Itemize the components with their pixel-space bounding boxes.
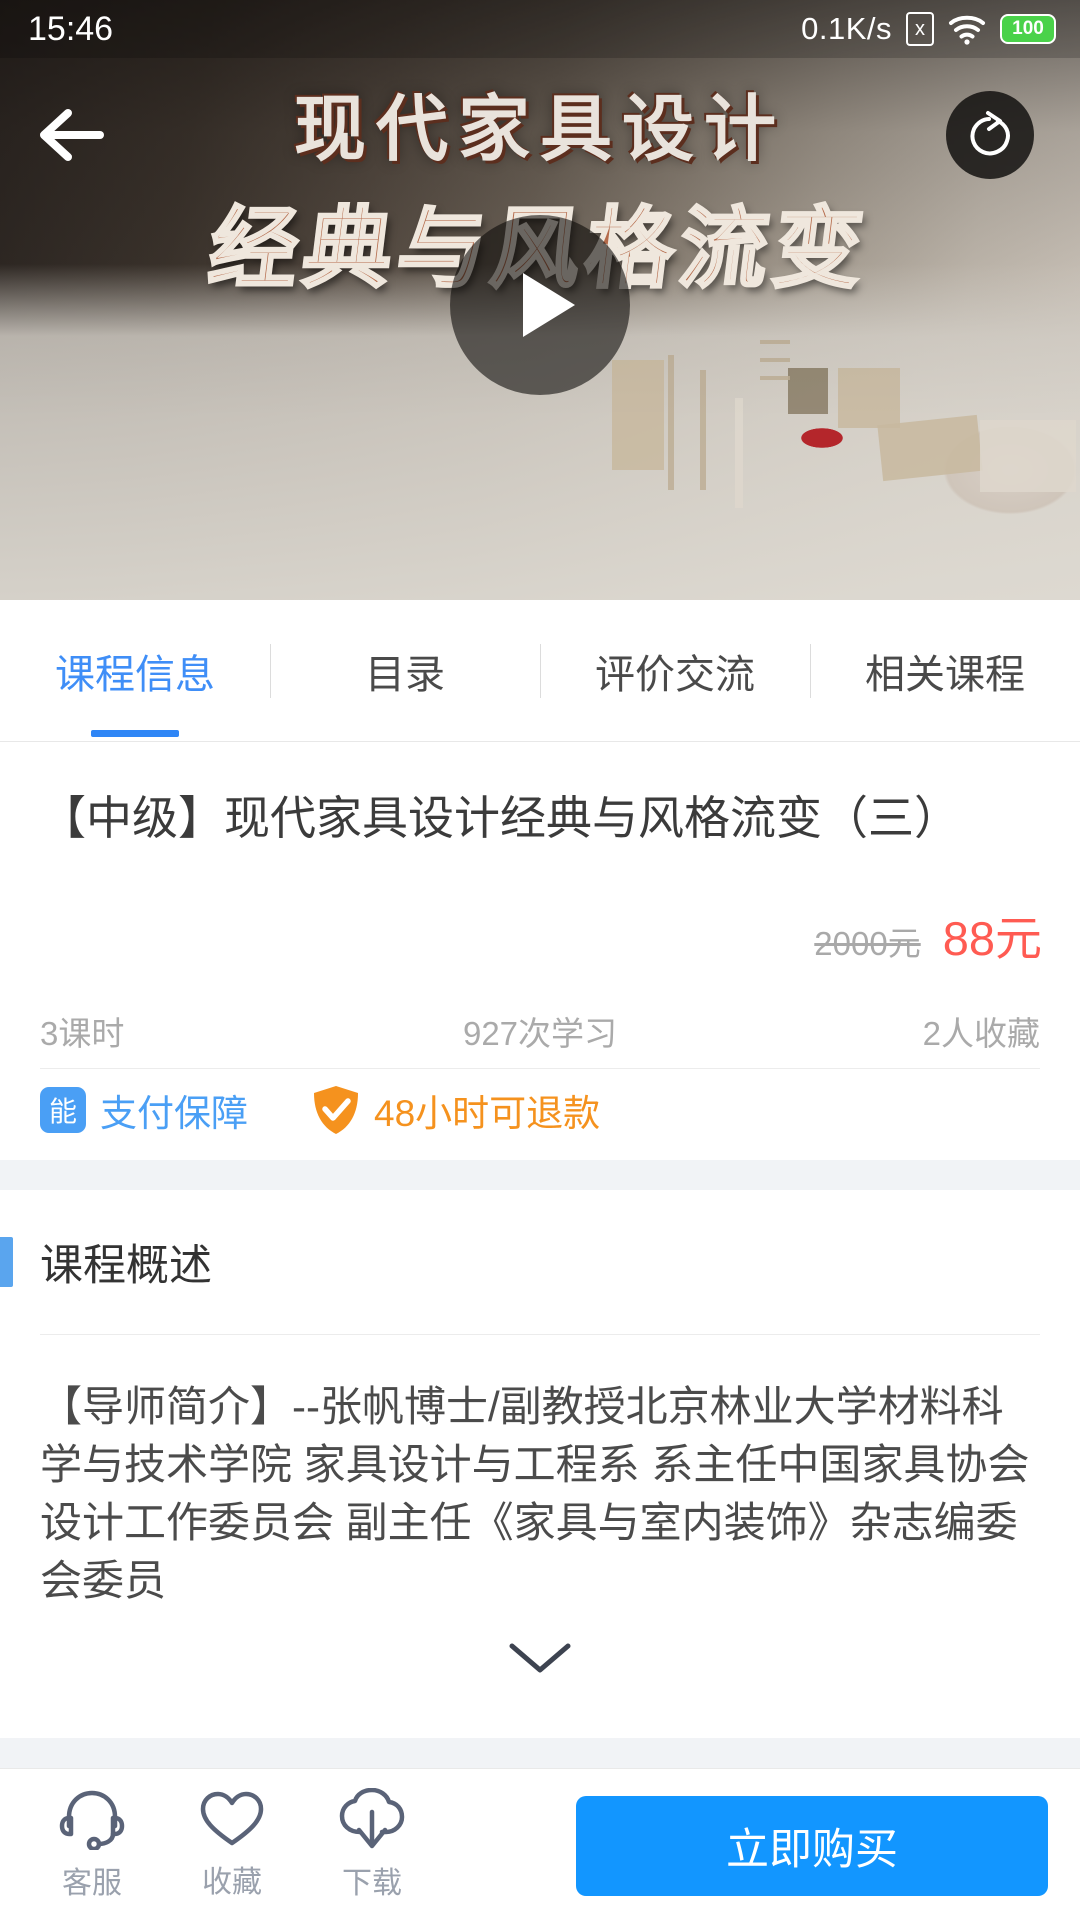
chevron-down-icon <box>509 1643 571 1673</box>
pay-guarantee-glyph: 能 <box>48 1096 77 1127</box>
customer-service-button[interactable]: 客服 <box>22 1769 162 1920</box>
current-price: 88元 <box>942 912 1042 965</box>
customer-service-label: 客服 <box>62 1866 122 1900</box>
pay-guarantee-label: 支付保障 <box>100 1093 248 1134</box>
favorite-button[interactable]: 收藏 <box>162 1769 302 1920</box>
wifi-icon <box>949 15 985 45</box>
network-speed: 0.1K/s <box>801 11 892 46</box>
battery-icon: 100 <box>1000 14 1056 44</box>
pay-guarantee-icon: 能 <box>40 1087 86 1133</box>
cover-title-line1: 现代家具设计 <box>293 87 786 171</box>
back-arrow-icon <box>40 109 104 161</box>
section-spacer <box>0 1160 1080 1190</box>
study-count: 927次学习 <box>462 1015 618 1052</box>
play-icon <box>523 273 575 337</box>
favorite-count: 2人收藏 <box>922 1015 1040 1052</box>
sim-glyph: x <box>915 18 925 40</box>
shield-check-icon <box>314 1086 358 1134</box>
tab-label: 相关课程 <box>865 652 1025 697</box>
overview-title: 课程概述 <box>40 1242 212 1290</box>
status-time: 15:46 <box>28 9 114 48</box>
tab-reviews[interactable]: 评价交流 <box>540 600 810 741</box>
download-button[interactable]: 下载 <box>302 1769 442 1920</box>
tab-course-info[interactable]: 课程信息 <box>0 600 270 741</box>
status-bar: 15:46 0.1K/s x 100 <box>0 0 1080 58</box>
refund-label: 48小时可退款 <box>374 1093 601 1134</box>
tab-label: 评价交流 <box>595 652 755 697</box>
expand-button[interactable] <box>0 1608 1080 1708</box>
overview-heading: 课程概述 <box>0 1226 1080 1298</box>
share-icon <box>970 111 1010 156</box>
pay-guarantee-badge: 能 支付保障 <box>40 1083 248 1137</box>
play-button[interactable] <box>450 215 630 395</box>
tab-active-indicator <box>91 730 179 737</box>
bottom-action-bar: 客服 收藏 下载 立即购买 <box>0 1768 1080 1920</box>
sim-disabled-icon: x <box>906 12 934 46</box>
cloud-download-icon <box>339 1787 405 1848</box>
headset-icon <box>59 1790 125 1850</box>
buy-now-button[interactable]: 立即购买 <box>576 1796 1048 1896</box>
guarantee-badges: 能 支付保障 48小时可退款 <box>40 1078 600 1142</box>
battery-level: 100 <box>1012 18 1044 39</box>
tab-catalog[interactable]: 目录 <box>270 600 540 741</box>
refund-badge: 48小时可退款 <box>312 1083 600 1137</box>
course-title: 【中级】现代家具设计经典与风格流变（三） <box>40 792 960 844</box>
download-label: 下载 <box>342 1866 402 1900</box>
course-stats: 3课时 927次学习 2人收藏 <box>0 1000 1080 1062</box>
tab-bar: 课程信息 目录 评价交流 相关课程 <box>0 600 1080 742</box>
overview-body: 【导师简介】--张帆博士/副教授北京林业大学材料科学与技术学院 家具设计与工程系… <box>40 1383 1030 1604</box>
tab-related-courses[interactable]: 相关课程 <box>810 600 1080 741</box>
back-button[interactable] <box>32 95 112 175</box>
heart-icon <box>200 1791 264 1845</box>
tab-label: 目录 <box>365 652 445 697</box>
course-detail-screen: 现代家具设计 经典与风格流变 15:46 0.1K/s x <box>0 0 1080 1920</box>
lesson-count: 3课时 <box>40 1015 125 1052</box>
price-row: 2000元 88元 <box>814 900 1042 969</box>
divider <box>40 1334 1040 1335</box>
section-accent-bar <box>0 1237 13 1287</box>
tab-label: 课程信息 <box>55 652 215 697</box>
video-hero[interactable]: 现代家具设计 经典与风格流变 <box>0 0 1080 600</box>
original-price: 2000元 <box>814 925 921 962</box>
share-button[interactable] <box>946 91 1034 179</box>
buy-now-label: 立即购买 <box>726 1826 898 1874</box>
favorite-label: 收藏 <box>202 1865 262 1899</box>
bottom-spacer <box>0 1738 1080 1768</box>
divider <box>40 1068 1040 1069</box>
